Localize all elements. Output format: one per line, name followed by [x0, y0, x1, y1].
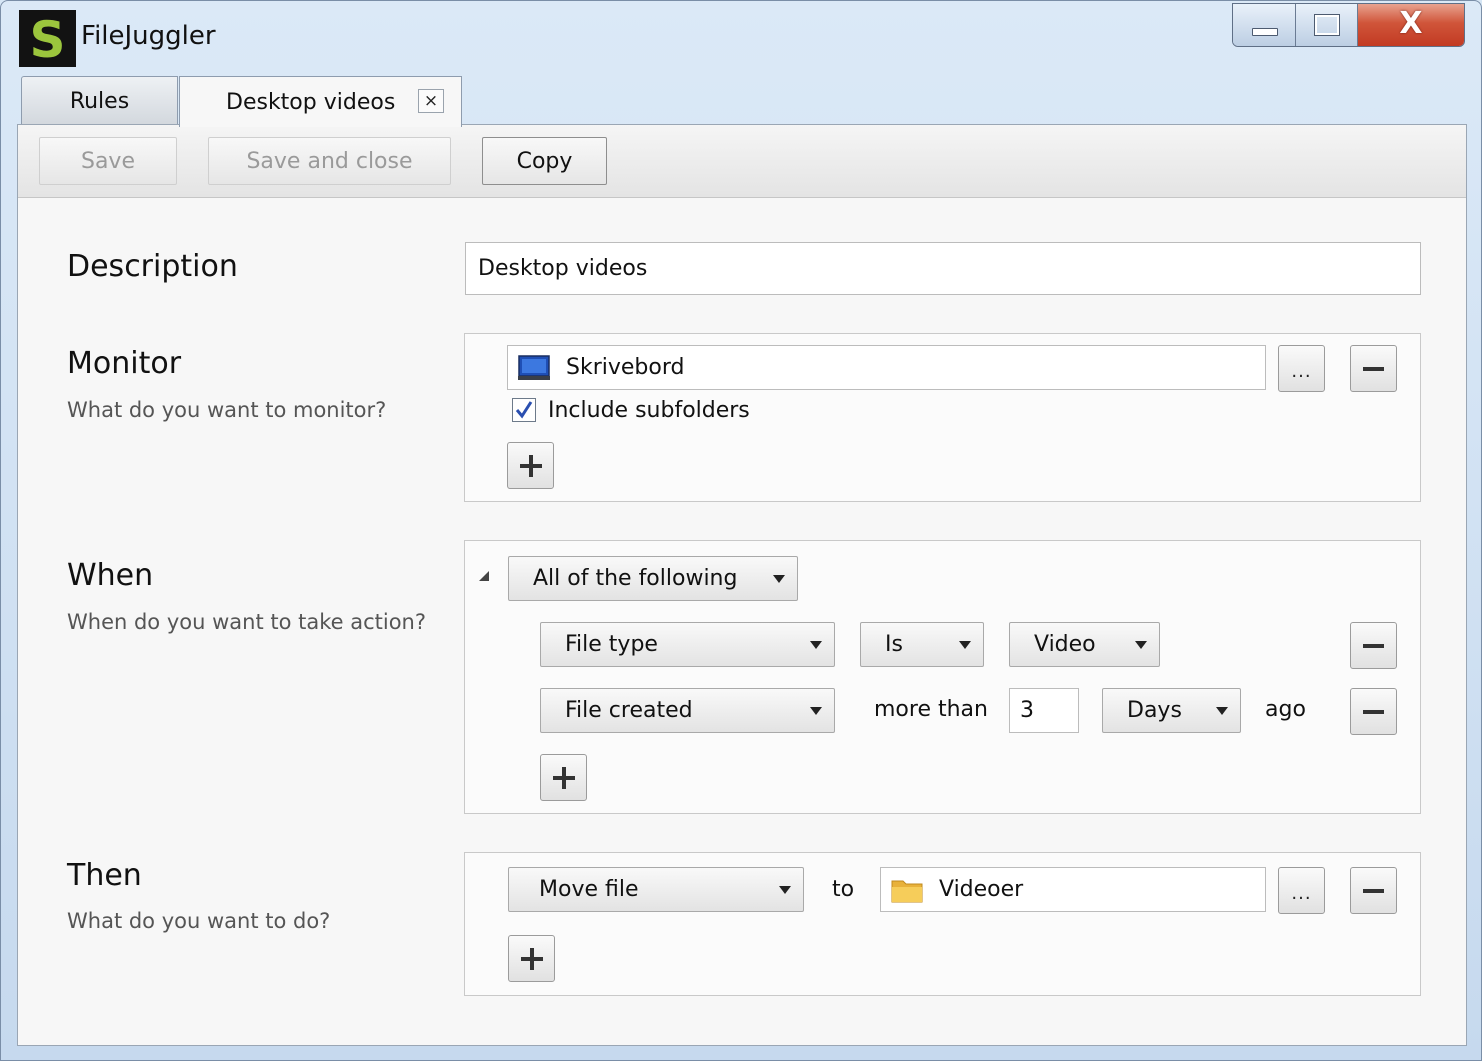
monitor-remove-button[interactable] — [1350, 345, 1397, 392]
monitor-browse-button[interactable]: ... — [1278, 345, 1325, 392]
minus-icon — [1363, 366, 1384, 371]
minus-icon — [1363, 709, 1384, 714]
checkmark-icon — [515, 401, 533, 419]
app-window: S FileJuggler X Rules Desktop videos × S… — [0, 0, 1482, 1061]
destination-browse-button[interactable]: ... — [1278, 867, 1325, 914]
tab-desktop-videos-label: Desktop videos — [226, 89, 396, 115]
then-title: Then — [67, 858, 142, 893]
tab-desktop-videos[interactable]: Desktop videos × — [179, 76, 462, 127]
description-input[interactable]: Desktop videos — [465, 242, 1421, 295]
window-title: FileJuggler — [81, 21, 216, 51]
plus-icon — [519, 454, 542, 477]
copy-button[interactable]: Copy — [482, 137, 607, 185]
condition-2-suffix-text: ago — [1265, 697, 1306, 722]
maximize-icon — [1314, 14, 1341, 36]
condition-1-value-dropdown[interactable]: Video — [1009, 622, 1160, 667]
close-icon: × — [423, 91, 439, 111]
dropdown-arrow-icon — [1135, 641, 1147, 649]
monitor-title: Monitor — [67, 346, 182, 381]
tab-rules-label: Rules — [69, 89, 130, 114]
filejuggler-logo-icon: S — [19, 10, 76, 69]
action-dropdown[interactable]: Move file — [508, 867, 804, 912]
monitor-folder-field[interactable]: Skrivebord — [507, 345, 1266, 390]
group-mode-dropdown[interactable]: All of the following — [508, 556, 798, 601]
condition-2-amount-input[interactable]: 3 — [1009, 688, 1079, 733]
plus-icon — [552, 766, 575, 789]
svg-text:S: S — [29, 11, 65, 67]
minus-icon — [1363, 888, 1384, 893]
dropdown-arrow-icon — [810, 707, 822, 715]
then-subtitle: What do you want to do? — [67, 909, 331, 933]
destination-folder-field[interactable]: Videoer — [880, 867, 1266, 912]
minimize-icon — [1252, 28, 1278, 36]
condition-2-remove-button[interactable] — [1350, 688, 1397, 735]
dropdown-arrow-icon — [810, 641, 822, 649]
monitor-add-button[interactable] — [507, 442, 554, 489]
include-subfolders-label: Include subfolders — [548, 398, 750, 423]
plus-icon — [520, 947, 543, 970]
tab-rules[interactable]: Rules — [21, 76, 178, 126]
desktop-icon — [518, 354, 550, 381]
condition-1-field-dropdown[interactable]: File type — [540, 622, 835, 667]
close-icon: X — [1399, 6, 1423, 41]
when-title: When — [67, 558, 154, 593]
folder-icon — [891, 877, 923, 903]
maximize-button[interactable] — [1296, 4, 1358, 46]
close-window-button[interactable]: X — [1357, 4, 1464, 46]
description-title: Description — [67, 249, 238, 284]
dropdown-arrow-icon — [779, 886, 791, 894]
toolbar: Save Save and close Copy — [18, 125, 1466, 198]
dropdown-arrow-icon — [959, 641, 971, 649]
action-remove-button[interactable] — [1350, 867, 1397, 914]
dropdown-arrow-icon — [1216, 707, 1228, 715]
condition-2-field-dropdown[interactable]: File created — [540, 688, 835, 733]
rule-editor: Save Save and close Copy Description Des… — [17, 124, 1467, 1046]
tab-close-button[interactable]: × — [418, 89, 444, 113]
condition-2-unit-dropdown[interactable]: Days — [1102, 688, 1241, 733]
when-panel: All of the following File type Is Video … — [464, 540, 1421, 814]
monitor-subtitle: What do you want to monitor? — [67, 398, 387, 422]
to-label: to — [832, 877, 855, 902]
dropdown-arrow-icon — [773, 575, 785, 583]
caption-buttons: X — [1232, 3, 1465, 47]
action-add-button[interactable] — [508, 935, 555, 982]
condition-add-button[interactable] — [540, 754, 587, 801]
when-subtitle: When do you want to take action? — [67, 610, 427, 634]
condition-2-operator-text: more than — [874, 697, 988, 722]
save-button[interactable]: Save — [39, 137, 177, 185]
minus-icon — [1363, 643, 1384, 648]
include-subfolders-checkbox[interactable] — [512, 398, 536, 422]
minimize-button[interactable] — [1233, 4, 1297, 46]
condition-1-operator-dropdown[interactable]: Is — [860, 622, 984, 667]
then-panel: Move file to Videoer ... — [464, 852, 1421, 996]
monitor-panel: Skrivebord ... Include subfolders — [464, 333, 1421, 502]
save-and-close-button[interactable]: Save and close — [208, 137, 451, 185]
collapse-triangle-icon[interactable] — [479, 571, 489, 581]
condition-1-remove-button[interactable] — [1350, 622, 1397, 669]
